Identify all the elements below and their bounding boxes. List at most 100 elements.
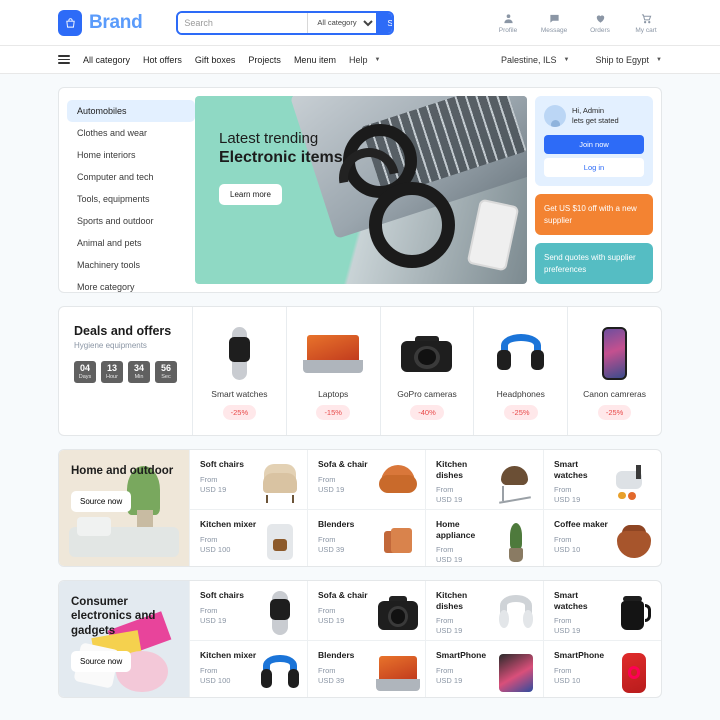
countdown-hours-value: 13 — [106, 363, 117, 373]
section-title: Consumer electronics and gadgets — [71, 596, 156, 637]
source-now-button[interactable]: Source now — [71, 651, 132, 673]
product-from-label: From — [554, 616, 572, 626]
header-action-cart[interactable]: My cart — [630, 12, 662, 34]
product-name: Smart watches — [554, 590, 588, 611]
product-card[interactable]: Kitchen mixer From USD 100 — [189, 510, 307, 566]
product-from-label: From — [554, 485, 572, 495]
deal-card[interactable]: Headphones -25% — [474, 307, 569, 435]
product-card[interactable]: Kitchen dishes From USD 19 — [425, 450, 543, 510]
deal-name: GoPro cameras — [397, 388, 457, 399]
nav-item-menu-item[interactable]: Menu item — [294, 55, 336, 65]
home-and-outdoor-section: Home and outdoor Source now Soft chairs … — [58, 449, 662, 567]
message-icon — [549, 12, 560, 25]
product-name: SmartPhone — [554, 650, 605, 660]
product-price-value: USD 10 — [554, 675, 581, 685]
deal-card[interactable]: Smart watches -25% — [193, 307, 287, 435]
deal-discount-badge: -25% — [504, 404, 538, 420]
top-header: Brand All category Search Profile Messag… — [0, 0, 720, 45]
search-bar[interactable]: All category Search — [176, 10, 395, 35]
countdown-hours: 13 Hour — [101, 361, 123, 383]
sofa-icon — [375, 459, 421, 505]
iphone-icon — [611, 650, 657, 696]
product-card[interactable]: SmartPhone From USD 19 — [425, 641, 543, 697]
product-card[interactable]: Home appliance From USD 19 — [425, 510, 543, 566]
sidebar-item-home-interiors[interactable]: Home interiors — [67, 144, 195, 166]
promo-card-discount[interactable]: Get US $10 off with a new supplier — [535, 194, 653, 236]
deal-card[interactable]: Laptops -15% — [287, 307, 381, 435]
locale-label: Palestine, ILS — [501, 54, 557, 65]
product-from-label: From — [200, 534, 218, 544]
product-price: From USD 100 — [200, 535, 257, 555]
product-card[interactable]: Sofa & chair From USD 19 — [307, 450, 425, 510]
product-card[interactable]: Sofa & chair From USD 19 — [307, 581, 425, 641]
blender-icon — [375, 519, 421, 565]
deal-card[interactable]: GoPro cameras -40% — [381, 307, 475, 435]
product-price-value: USD 19 — [200, 615, 227, 625]
product-name: Blenders — [318, 519, 355, 529]
product-card[interactable]: SmartPhone From USD 10 — [543, 641, 661, 697]
product-card[interactable]: Soft chairs From USD 19 — [189, 450, 307, 510]
user-card: Hi, Admin lets get stated Join now Log i… — [535, 96, 653, 186]
product-card[interactable]: Kitchen mixer From USD 100 — [189, 641, 307, 697]
sidebar-item-animal-and-pets[interactable]: Animal and pets — [67, 232, 195, 254]
countdown-minutes: 34 Min — [128, 361, 150, 383]
nav-item-hot-offers[interactable]: Hot offers — [143, 55, 182, 65]
nav-item-help[interactable]: Help ▼ — [349, 55, 380, 65]
avatar — [544, 105, 566, 127]
log-in-button[interactable]: Log in — [544, 158, 644, 177]
sidebar-item-clothes-and-wear[interactable]: Clothes and wear — [67, 122, 195, 144]
header-action-orders[interactable]: Orders — [584, 12, 616, 34]
brand-logo[interactable]: Brand — [58, 9, 143, 36]
product-price-value: USD 100 — [200, 675, 231, 685]
product-card[interactable]: Coffee maker From USD 10 — [543, 510, 661, 566]
nav-item-all-category[interactable]: All category — [83, 55, 130, 65]
sidebar-item-computer-and-tech[interactable]: Computer and tech — [67, 166, 195, 188]
product-card[interactable]: Smart watches From USD 19 — [543, 450, 661, 510]
product-card[interactable]: Soft chairs From USD 19 — [189, 581, 307, 641]
product-price: From USD 39 — [318, 535, 375, 555]
laptop-icon — [302, 323, 364, 385]
product-card[interactable]: Smart watches From USD 19 — [543, 581, 661, 641]
countdown-days-value: 04 — [79, 363, 90, 373]
sidebar-item-machinery-tools[interactable]: Machinery tools — [67, 254, 195, 276]
deal-name: Laptops — [318, 388, 349, 399]
product-name: Smart watches — [554, 459, 588, 480]
product-price-value: USD 19 — [554, 495, 581, 505]
learn-more-button[interactable]: Learn more — [219, 184, 282, 205]
promo-card-quotes[interactable]: Send quotes with supplier preferences — [535, 243, 653, 285]
product-price-value: USD 10 — [554, 544, 581, 554]
search-category-select[interactable]: All category — [307, 12, 377, 33]
product-card[interactable]: Blenders From USD 39 — [307, 641, 425, 697]
locale-selector[interactable]: Palestine, ILS ▼ — [501, 55, 570, 65]
product-name: SmartPhone — [436, 650, 487, 660]
header-action-profile[interactable]: Profile — [492, 12, 524, 34]
shipping-selector[interactable]: Ship to Egypt ▼ — [596, 55, 663, 65]
sidebar-item-more-category[interactable]: More category — [67, 276, 195, 292]
user-greeting: Hi, Admin lets get stated — [572, 106, 619, 126]
deal-card[interactable]: Canon camreras -25% — [568, 307, 661, 435]
chevron-down-icon: ▼ — [563, 56, 570, 63]
smart-watch-icon — [216, 323, 262, 385]
product-name: Blenders — [318, 650, 355, 660]
source-now-button[interactable]: Source now — [71, 491, 132, 513]
nav-item-gift-boxes[interactable]: Gift boxes — [195, 55, 236, 65]
sidebar-item-sports-and-outdoor[interactable]: Sports and outdoor — [67, 210, 195, 232]
countdown-minutes-unit: Min — [134, 373, 144, 380]
hamburger-icon[interactable] — [58, 55, 70, 64]
join-now-button[interactable]: Join now — [544, 135, 644, 154]
nav-item-projects[interactable]: Projects — [248, 55, 281, 65]
search-input[interactable] — [178, 12, 308, 33]
section-promo: Home and outdoor Source now — [59, 450, 189, 566]
hero-banner[interactable]: Latest trending Electronic items Learn m… — [195, 96, 527, 284]
sidebar-item-automobiles[interactable]: Automobiles — [67, 100, 195, 122]
heart-icon — [595, 12, 606, 25]
hero-title: Electronic items — [219, 149, 343, 166]
product-price-value: USD 19 — [436, 495, 463, 505]
sidebar-item-tools-equipments[interactable]: Tools, equipments — [67, 188, 195, 210]
product-card[interactable]: Kitchen dishes From USD 19 — [425, 581, 543, 641]
shipping-label: Ship to Egypt — [595, 54, 650, 65]
product-name: Soft chairs — [200, 459, 244, 469]
search-button[interactable]: Search — [376, 12, 393, 33]
header-action-message[interactable]: Message — [538, 12, 570, 34]
product-card[interactable]: Blenders From USD 39 — [307, 510, 425, 566]
